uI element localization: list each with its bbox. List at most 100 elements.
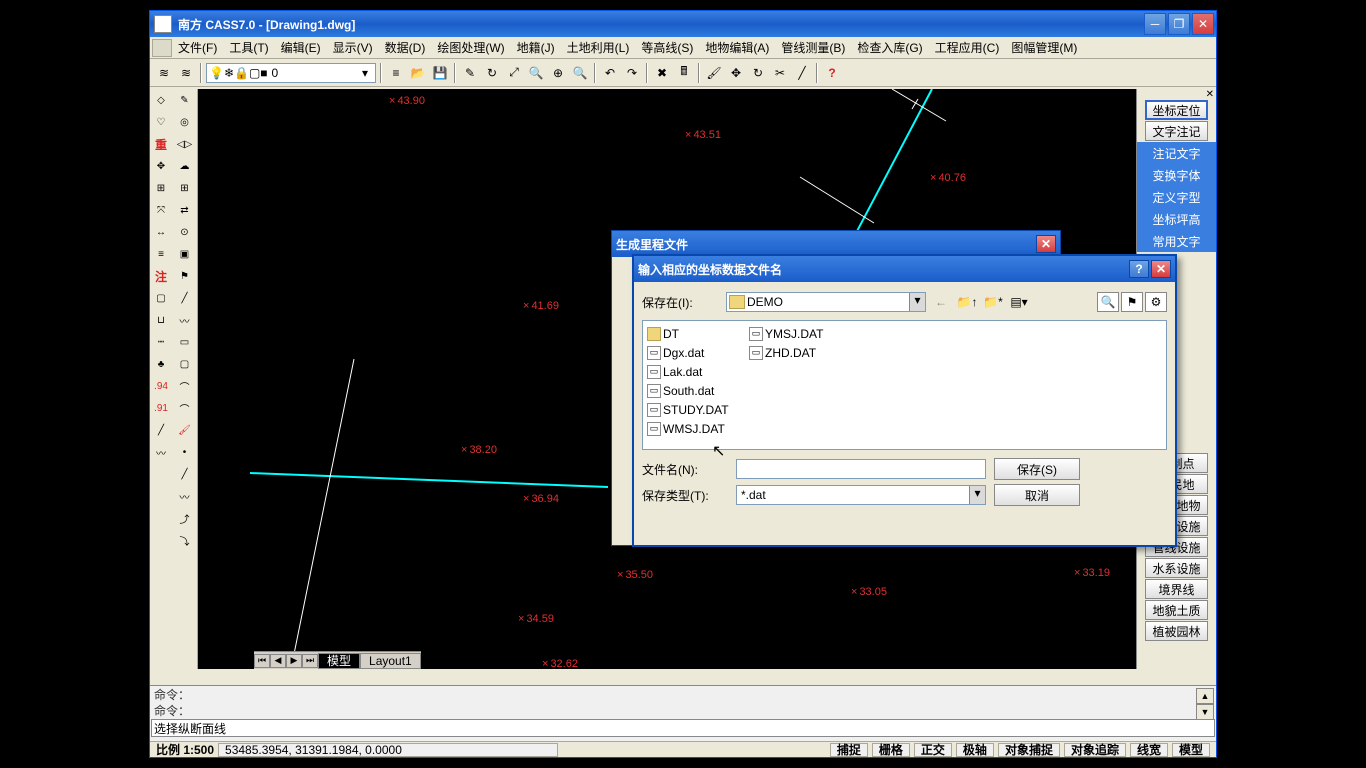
rp-boundary[interactable]: 境界线 — [1145, 579, 1208, 599]
restore-button[interactable]: ❐ — [1168, 13, 1190, 35]
rt-dot-icon[interactable]: ⊙ — [174, 221, 196, 243]
ext-tool-icon[interactable]: ⚙ — [1145, 292, 1167, 312]
rt-box-icon[interactable]: ▢ — [174, 353, 196, 375]
nav-back-icon[interactable]: ← — [930, 292, 952, 312]
file-item[interactable]: ▭WMSJ.DAT — [647, 420, 747, 437]
rt-tag-icon[interactable]: ▣ — [174, 243, 196, 265]
nav-up-icon[interactable]: 📁↑ — [956, 292, 978, 312]
ext-search-icon[interactable]: 🔍 — [1097, 292, 1119, 312]
rt-bend-icon[interactable]: ⤵ — [174, 529, 196, 551]
tb-zoomext-icon[interactable]: ⊕ — [548, 63, 568, 83]
file-item[interactable]: ▭Lak.dat — [647, 363, 747, 380]
menu-sheet[interactable]: 图幅管理(M) — [1005, 37, 1083, 58]
tb-brush-icon[interactable]: 🖌 — [704, 63, 724, 83]
lt-move-icon[interactable]: ✥ — [150, 155, 172, 177]
rt-arrows-icon[interactable]: ⇄ — [174, 199, 196, 221]
lt-scale-icon[interactable]: ⤧ — [150, 199, 172, 221]
rt-pencil-icon[interactable]: ✎ — [174, 89, 196, 111]
lt-pline-icon[interactable]: 〰 — [150, 441, 172, 463]
rp-notetext[interactable]: 注记文字 — [1137, 142, 1216, 164]
tab-last-icon[interactable]: ⏭ — [302, 654, 318, 668]
menu-contour[interactable]: 等高线(S) — [635, 37, 699, 58]
save-in-dropdown[interactable]: DEMO ▾ — [726, 292, 926, 312]
tb-zoomwin-icon[interactable]: ⤢ — [504, 63, 524, 83]
lt-stretch-icon[interactable]: ↔ — [150, 221, 172, 243]
menu-cadastre[interactable]: 地籍(J) — [511, 37, 561, 58]
file-item[interactable]: DT — [647, 325, 747, 342]
cmd-scroll-down-icon[interactable]: ▼ — [1196, 704, 1214, 720]
file-item[interactable]: ▭South.dat — [647, 382, 747, 399]
grid-toggle[interactable]: 栅格 — [872, 743, 910, 757]
tab-first-icon[interactable]: ⏮ — [254, 654, 270, 668]
save-button[interactable]: 保存(S) — [994, 458, 1080, 480]
rp-common[interactable]: 常用文字 — [1137, 230, 1216, 252]
tab-model[interactable]: 模型 — [318, 653, 360, 669]
file-item[interactable]: ▭Dgx.dat — [647, 344, 747, 361]
tb-redo-icon[interactable]: ↷ — [622, 63, 642, 83]
dialog-save-title-bar[interactable]: 输入相应的坐标数据文件名 ? ✕ — [634, 256, 1175, 282]
dropdown-arrow-icon[interactable]: ▾ — [357, 66, 373, 80]
lt-dist-icon[interactable]: ⊔ — [150, 309, 172, 331]
lt-box-icon[interactable]: ▢ — [150, 287, 172, 309]
menu-draw[interactable]: 绘图处理(W) — [431, 37, 510, 58]
menu-engineering[interactable]: 工程应用(C) — [929, 37, 1006, 58]
rt-arc-icon[interactable]: ⌒ — [174, 397, 196, 419]
lt-heavy-icon[interactable]: 重 — [150, 133, 172, 155]
polar-toggle[interactable]: 极轴 — [956, 743, 994, 757]
menu-edit[interactable]: 编辑(E) — [275, 37, 327, 58]
lt-line-icon[interactable]: ╱ — [150, 419, 172, 441]
rp-textnote[interactable]: 文字注记 — [1145, 121, 1208, 141]
file-item[interactable]: ▭YMSJ.DAT — [749, 325, 849, 342]
close-button[interactable]: ✕ — [1192, 13, 1214, 35]
tb-zoomprev-icon[interactable]: 🔍 — [570, 63, 590, 83]
lt-grid-icon[interactable]: ⊞ — [150, 177, 172, 199]
lt-heart-icon[interactable]: ♡ — [150, 111, 172, 133]
lt-note-icon[interactable]: 注 — [150, 265, 172, 287]
dialog-close-button[interactable]: ✕ — [1151, 260, 1171, 278]
tab-next-icon[interactable]: ▶ — [286, 654, 302, 668]
lt-diamond-icon[interactable]: ◇ — [150, 89, 172, 111]
tb-open-icon[interactable]: 📂 — [408, 63, 428, 83]
menu-tools[interactable]: 工具(T) — [223, 37, 274, 58]
dialog-mileage-close-icon[interactable]: ✕ — [1036, 235, 1056, 253]
rp-chfont[interactable]: 变换字体 — [1137, 164, 1216, 186]
tb-save-icon[interactable]: 💾 — [430, 63, 450, 83]
ext-flag-icon[interactable]: ⚑ — [1121, 292, 1143, 312]
rp-water[interactable]: 水系设施 — [1145, 558, 1208, 578]
lwt-toggle[interactable]: 线宽 — [1130, 743, 1168, 757]
tb-break-icon[interactable]: ╱ — [792, 63, 812, 83]
rt-brush-icon[interactable]: 🖌 — [174, 419, 196, 441]
tb-lines-icon[interactable]: ≡ — [386, 63, 406, 83]
tab-prev-icon[interactable]: ◀ — [270, 654, 286, 668]
rt-rect-icon[interactable]: ▭ — [174, 331, 196, 353]
dropdown-arrow-icon[interactable]: ▾ — [909, 293, 925, 311]
rp-locate[interactable]: 坐标定位 — [1145, 100, 1208, 120]
rt-target-icon[interactable]: ◎ — [174, 111, 196, 133]
modelspace-toggle[interactable]: 模型 — [1172, 743, 1210, 757]
osnap-toggle[interactable]: 对象捕捉 — [998, 743, 1060, 757]
lt-val91[interactable]: .91 — [150, 397, 172, 419]
menu-landuse[interactable]: 土地利用(L) — [561, 37, 636, 58]
lt-val94[interactable]: .94 — [150, 375, 172, 397]
tb-selx-icon[interactable]: ✖ — [652, 63, 672, 83]
layer-manager-icon[interactable]: ≋ — [154, 63, 174, 83]
rt-mirror-icon[interactable]: ◁▷ — [174, 133, 196, 155]
rt-dot2-icon[interactable]: • — [174, 441, 196, 463]
nav-newfolder-icon[interactable]: 📁* — [982, 292, 1004, 312]
otrack-toggle[interactable]: 对象追踪 — [1064, 743, 1126, 757]
tb-pen-icon[interactable]: ✎ — [460, 63, 480, 83]
tab-layout1[interactable]: Layout1 — [360, 653, 421, 669]
tb-zoom-icon[interactable]: 🔍 — [526, 63, 546, 83]
rt-cloud-icon[interactable]: ☁ — [174, 155, 196, 177]
file-item[interactable]: ▭STUDY.DAT — [647, 401, 747, 418]
file-item[interactable]: ▭ZHD.DAT — [749, 344, 849, 361]
panel-close-icon[interactable]: ✕ — [1206, 89, 1214, 100]
rp-elev[interactable]: 坐标坪高 — [1137, 208, 1216, 230]
command-input[interactable]: 选择纵断面线 — [151, 719, 1215, 737]
menu-check[interactable]: 检查入库(G) — [851, 37, 928, 58]
cmd-scroll-up-icon[interactable]: ▲ — [1196, 688, 1214, 704]
menu-pipeline[interactable]: 管线测量(B) — [775, 37, 851, 58]
filetype-dropdown[interactable]: *.dat ▾ — [736, 485, 986, 505]
tb-help-icon[interactable]: ? — [822, 63, 842, 83]
rt-grid-icon[interactable]: ⊞ — [174, 177, 196, 199]
